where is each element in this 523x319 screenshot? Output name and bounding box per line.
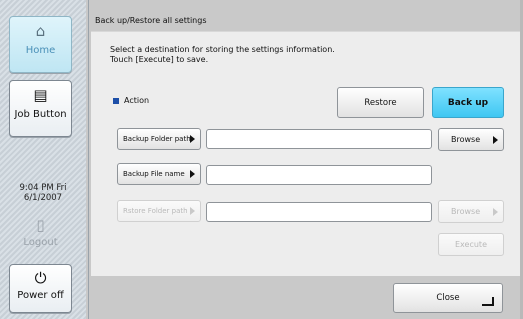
job-button-label: Job Button [14, 109, 67, 120]
screen-title: Back up/Restore all settings [95, 16, 207, 25]
back-up-button[interactable]: Back up [432, 87, 504, 118]
backup-folder-path-button[interactable]: Backup Folder path [117, 128, 201, 150]
close-label: Close [436, 293, 460, 303]
home-label: Home [25, 45, 56, 56]
time-text: 9:04 PM Fri [19, 183, 67, 193]
logout-icon: ▯ [36, 216, 45, 234]
browse-disabled-button[interactable]: Browse [438, 200, 504, 223]
logout-label: Logout [23, 237, 58, 248]
footer-bar: Close [91, 277, 522, 317]
restore-folder-path-field[interactable] [206, 202, 432, 222]
date-text: 6/1/2007 [23, 193, 63, 203]
instruction-line-1: Select a destination for storing the set… [110, 45, 335, 54]
browse-label: Browse [451, 135, 481, 144]
action-bullet-icon [113, 98, 119, 104]
restore-folder-path-button[interactable]: Rstore Folder path [117, 200, 201, 222]
enter-icon [482, 297, 494, 306]
arrow-right-icon [190, 207, 195, 215]
job-button[interactable]: ▤ Job Button [9, 80, 72, 137]
backup-file-name-field[interactable] [206, 165, 432, 185]
date-time-display: 9:04 PM Fri 6/1/2007 [0, 183, 86, 203]
settings-panel: Select a destination for storing the set… [91, 31, 522, 276]
home-button[interactable]: ⌂ Home [9, 16, 72, 73]
home-icon: ⌂ [35, 22, 46, 40]
arrow-right-icon [493, 208, 498, 216]
restore-button[interactable]: Restore [337, 87, 424, 118]
job-button-icon: ▤ [33, 86, 48, 104]
arrow-right-icon [190, 170, 195, 178]
backup-file-name-label: Backup File name [123, 170, 185, 178]
close-button[interactable]: Close [393, 283, 503, 313]
action-label: Action [124, 96, 150, 105]
power-off-label: Power off [17, 290, 64, 301]
instruction-text: Select a destination for storing the set… [110, 45, 335, 65]
power-off-button[interactable]: ⏻ Power off [9, 264, 72, 313]
arrow-right-icon [190, 135, 195, 143]
sidebar: ⌂ Home ▤ Job Button 9:04 PM Fri 6/1/2007… [0, 0, 86, 319]
execute-button[interactable]: Execute [438, 233, 504, 256]
browse-button[interactable]: Browse [438, 128, 504, 151]
main-area: Back up/Restore all settings Select a de… [88, 0, 523, 319]
restore-folder-path-label: Rstore Folder path [123, 207, 188, 215]
instruction-line-2: Touch [Execute] to save. [110, 55, 209, 64]
power-icon: ⏻ [34, 269, 47, 287]
arrow-right-icon [493, 136, 498, 144]
backup-file-name-button[interactable]: Backup File name [117, 163, 201, 185]
logout-button[interactable]: ▯ Logout [9, 214, 72, 256]
browse-disabled-label: Browse [451, 207, 481, 216]
backup-folder-path-field[interactable] [206, 129, 432, 149]
backup-folder-path-label: Backup Folder path [123, 135, 191, 143]
